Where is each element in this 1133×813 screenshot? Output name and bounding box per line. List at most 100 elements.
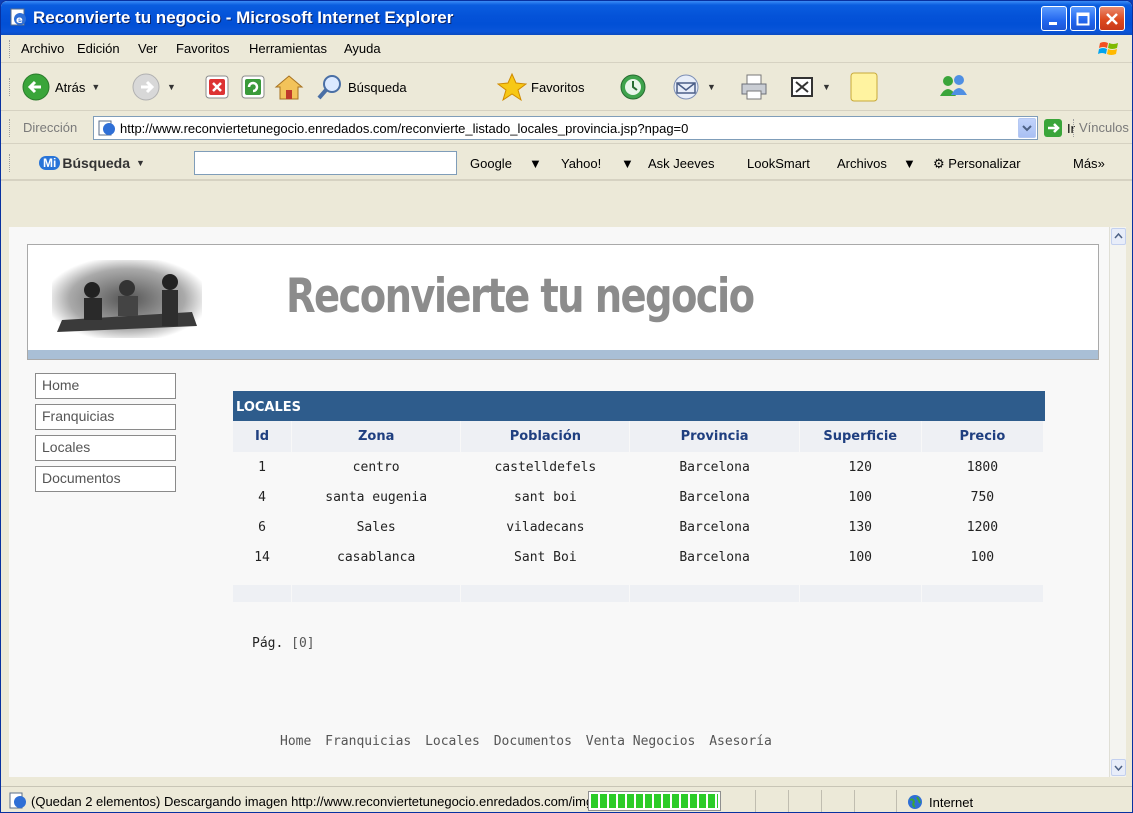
table-row[interactable]: 6 Sales viladecans Barcelona 130 1200 xyxy=(233,512,1043,542)
stop-icon xyxy=(205,75,229,99)
title-bar[interactable]: e Reconvierte tu negocio - Microsoft Int… xyxy=(1,1,1132,35)
toolbar-grip[interactable] xyxy=(9,154,12,172)
search-toolbar-input[interactable] xyxy=(194,151,457,175)
menu-favoritos[interactable]: Favoritos xyxy=(176,41,229,56)
personalizar-button[interactable]: ⚙ Personalizar xyxy=(933,156,1021,172)
footer-nav: Home Franquicias Locales Documentos Vent… xyxy=(280,734,778,749)
links-label[interactable]: Vínculos xyxy=(1079,120,1129,135)
forward-button[interactable]: ▼ xyxy=(131,70,176,104)
table-row[interactable]: 14 casablanca Sant Boi Barcelona 100 100 xyxy=(233,542,1043,572)
home-button[interactable] xyxy=(274,70,304,104)
chevron-down-icon[interactable]: ▼ xyxy=(136,158,145,168)
stop-button[interactable] xyxy=(204,70,230,104)
column-header-id[interactable]: Id xyxy=(233,421,292,452)
page-link-0[interactable]: [0] xyxy=(291,636,314,651)
standard-toolbar: Atrás ▼ ▼ Búsqueda Favoritos ▼ ▼ xyxy=(1,64,1132,111)
windows-logo-icon xyxy=(1098,42,1118,55)
chevron-down-icon[interactable]: ▼ xyxy=(529,156,542,171)
go-button[interactable]: Ir xyxy=(1043,118,1075,138)
status-divider xyxy=(821,790,822,812)
scroll-down-button[interactable] xyxy=(1111,759,1126,776)
print-button[interactable] xyxy=(739,70,769,104)
footer-link-documentos[interactable]: Documentos xyxy=(494,734,572,749)
print-icon xyxy=(741,74,767,100)
cell-zona: centro xyxy=(352,459,400,475)
column-header-provincia[interactable]: Provincia xyxy=(630,421,799,452)
footer-cell xyxy=(921,572,1043,602)
side-menu-franquicias[interactable]: Franquicias xyxy=(35,404,176,430)
cell-precio: 750 xyxy=(970,489,995,505)
archivos-button[interactable]: Archivos xyxy=(837,156,887,171)
forward-arrow-icon xyxy=(132,73,160,101)
chevron-down-icon[interactable]: ▼ xyxy=(903,156,916,171)
security-zone[interactable]: Internet xyxy=(907,794,973,810)
side-menu-home[interactable]: Home xyxy=(35,373,176,399)
google-button[interactable]: Google xyxy=(470,156,512,171)
search-button[interactable]: Búsqueda xyxy=(316,70,407,104)
mail-button[interactable]: ▼ xyxy=(671,70,716,104)
cell-precio: 1200 xyxy=(966,519,999,535)
discuss-button[interactable] xyxy=(849,70,879,104)
favorites-button[interactable]: Favoritos xyxy=(497,70,584,104)
scroll-up-button[interactable] xyxy=(1111,228,1126,245)
vertical-scrollbar[interactable] xyxy=(1109,227,1126,777)
maximize-button[interactable] xyxy=(1070,6,1096,31)
toolbar-grip[interactable] xyxy=(9,119,12,137)
menu-edicion[interactable]: Edición xyxy=(77,41,120,56)
table-row[interactable]: 1 centro castelldefels Barcelona 120 180… xyxy=(233,452,1043,482)
ask-jeeves-button[interactable]: Ask Jeeves xyxy=(648,156,714,171)
toolbar-grip[interactable] xyxy=(1073,119,1076,137)
side-menu-documentos[interactable]: Documentos xyxy=(35,466,176,492)
footer-link-locales[interactable]: Locales xyxy=(425,734,480,749)
toolbar-grip[interactable] xyxy=(9,40,12,58)
chevron-down-icon[interactable]: ▼ xyxy=(91,82,100,92)
address-dropdown-button[interactable] xyxy=(1018,118,1036,138)
close-button[interactable] xyxy=(1099,6,1125,31)
refresh-button[interactable] xyxy=(240,70,266,104)
mi-busqueda-label: Búsqueda xyxy=(62,155,131,171)
minimize-button[interactable] xyxy=(1041,6,1067,31)
menu-ayuda[interactable]: Ayuda xyxy=(344,41,381,56)
chevron-down-icon[interactable]: ▼ xyxy=(621,156,634,171)
footer-cell xyxy=(630,572,799,602)
cell-poblacion: viladecans xyxy=(506,519,585,535)
yahoo-button[interactable]: Yahoo! xyxy=(561,156,601,171)
favorites-label: Favoritos xyxy=(531,79,585,95)
footer-link-venta-negocios[interactable]: Venta Negocios xyxy=(586,734,696,749)
footer-link-home[interactable]: Home xyxy=(280,734,311,749)
menu-ver[interactable]: Ver xyxy=(138,41,158,56)
mi-busqueda-button[interactable]: Mi Búsqueda ▼ xyxy=(39,155,145,171)
back-button[interactable]: Atrás ▼ xyxy=(21,70,100,104)
address-url: http://www.reconviertetunegocio.enredado… xyxy=(120,121,689,136)
looksmart-button[interactable]: LookSmart xyxy=(747,156,810,171)
search-label: Búsqueda xyxy=(348,79,407,95)
history-button[interactable] xyxy=(618,70,648,104)
side-menu-locales[interactable]: Locales xyxy=(35,435,176,461)
history-icon xyxy=(620,74,646,100)
more-button[interactable]: Más» xyxy=(1073,156,1105,171)
menu-herramientas[interactable]: Herramientas xyxy=(249,41,327,56)
menu-archivo[interactable]: Archivo xyxy=(21,41,64,56)
cell-poblacion: sant boi xyxy=(514,489,577,505)
toolbar-grip[interactable] xyxy=(9,78,12,96)
menu-bar: Archivo Edición Ver Favoritos Herramient… xyxy=(1,35,1132,63)
globe-icon xyxy=(908,795,922,809)
cell-provincia: Barcelona xyxy=(679,519,750,535)
column-header-zona[interactable]: Zona xyxy=(292,421,461,452)
chevron-down-icon[interactable]: ▼ xyxy=(822,82,831,92)
chevron-down-icon[interactable]: ▼ xyxy=(167,82,176,92)
column-header-superficie[interactable]: Superficie xyxy=(799,421,921,452)
chevron-down-icon[interactable]: ▼ xyxy=(707,82,716,92)
messenger-button[interactable] xyxy=(938,70,970,104)
locales-table: Id Zona Población Provincia Superficie P… xyxy=(232,421,1044,602)
footer-link-franquicias[interactable]: Franquicias xyxy=(325,734,411,749)
locales-table-panel: LOCALES Id Zona Población Provincia Supe… xyxy=(233,391,1045,602)
address-input[interactable]: http://www.reconviertetunegocio.enredado… xyxy=(93,116,1038,140)
footer-cell xyxy=(292,572,461,602)
column-header-poblacion[interactable]: Población xyxy=(461,421,630,452)
footer-link-asesoria[interactable]: Asesoría xyxy=(709,734,772,749)
edit-button[interactable]: ▼ xyxy=(788,70,831,104)
table-row[interactable]: 4 santa eugenia sant boi Barcelona 100 7… xyxy=(233,482,1043,512)
status-divider xyxy=(788,790,789,812)
column-header-precio[interactable]: Precio xyxy=(921,421,1043,452)
